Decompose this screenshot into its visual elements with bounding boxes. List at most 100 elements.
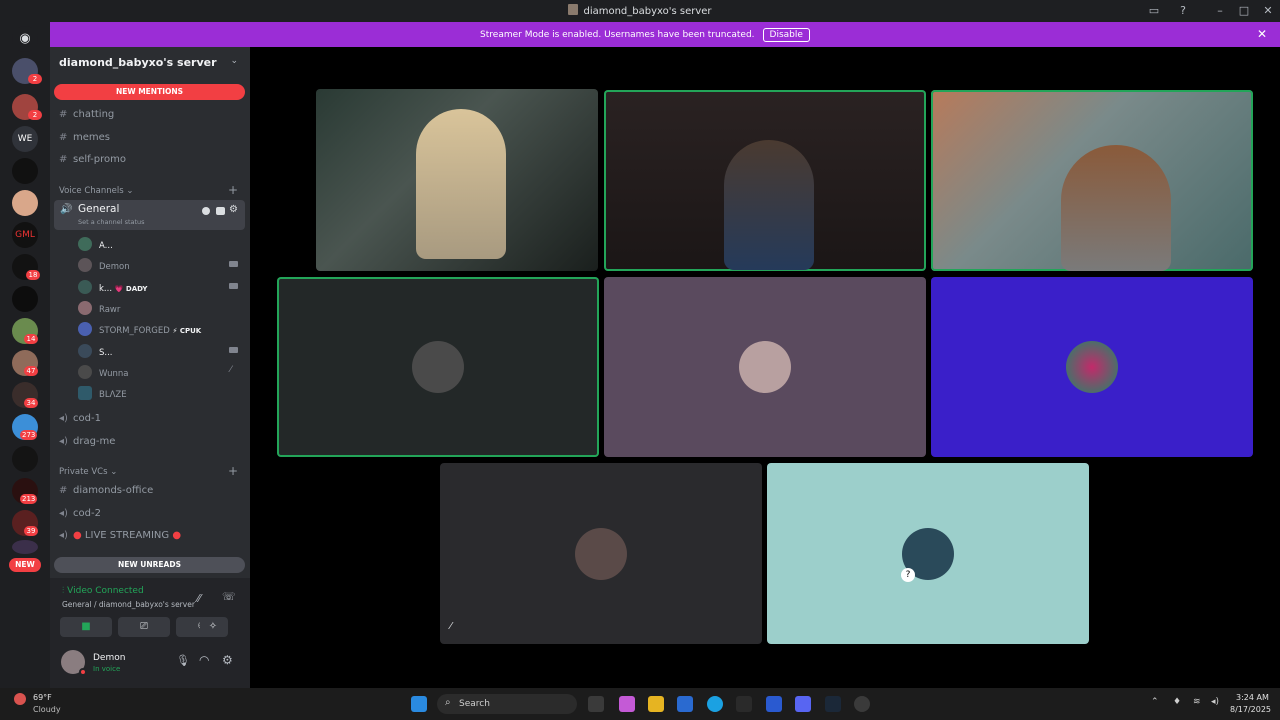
voice-location[interactable]: General / diamond_babyxo's server [62, 600, 195, 609]
headphones-icon[interactable]: ◠ [199, 653, 209, 667]
settings-gear-icon[interactable]: ⚙ [222, 653, 233, 667]
video-tile[interactable] [316, 89, 598, 271]
close-icon[interactable]: ✕ [1257, 27, 1267, 41]
channel-live-streaming[interactable]: ◂) ● LIVE STREAMING ● [59, 530, 181, 541]
video-tile[interactable] [931, 90, 1253, 271]
voice-user-name: A... [99, 241, 113, 251]
windows-start-icon[interactable] [411, 696, 427, 712]
new-unreads-pill[interactable]: NEW UNREADS [54, 557, 245, 573]
weather-desc[interactable]: Cloudy [33, 705, 61, 714]
file-explorer-icon[interactable] [648, 696, 664, 712]
weather-temp[interactable]: 69°F [33, 693, 52, 702]
voice-user[interactable]: BLΛZE [78, 386, 127, 400]
avatar [78, 258, 92, 272]
add-channel-icon[interactable]: + [228, 464, 238, 478]
invite-icon[interactable] [216, 207, 225, 215]
camera-button[interactable]: ■ [60, 617, 112, 637]
speaker-icon: ◂) [59, 413, 68, 424]
channel-cod-1[interactable]: ◂) cod-1 [59, 413, 101, 424]
channel-chatting[interactable]: # chatting [59, 109, 114, 120]
voice-user[interactable]: k... 💗 DADY [78, 280, 148, 294]
help-icon[interactable]: ? [1175, 3, 1191, 19]
server-icon[interactable] [12, 540, 38, 554]
server-icon[interactable]: WE [12, 126, 38, 152]
voice-user[interactable]: STORM_FORGED ⚡ CPUK [78, 322, 201, 336]
minimize-button[interactable]: – [1212, 3, 1228, 19]
gear-icon[interactable]: ⚙ [229, 204, 238, 215]
category-private-vcs[interactable]: Private VCs ⌄ [59, 467, 117, 477]
discord-home-icon[interactable]: ◉ [12, 26, 38, 52]
participant-tile[interactable]: ? [767, 463, 1089, 644]
microphone-icon[interactable]: 🎙 [176, 654, 190, 667]
disconnect-icon[interactable]: ☏ [222, 590, 236, 603]
channel-label: self-promo [73, 154, 126, 165]
store-icon[interactable] [677, 696, 693, 712]
chevron-down-icon[interactable]: ⌄ [230, 56, 238, 66]
mention-badge: 18 [26, 270, 40, 280]
mention-badge: 34 [24, 398, 38, 408]
clock-date[interactable]: 8/17/2025 [1230, 705, 1271, 714]
channel-memes[interactable]: # memes [59, 132, 110, 143]
mention-badge: 39 [24, 526, 38, 536]
close-window-button[interactable]: ✕ [1260, 3, 1276, 19]
video-connected-status[interactable]: ⫶ Video Connected [62, 586, 144, 596]
steam-icon[interactable] [825, 696, 841, 712]
server-icon[interactable] [12, 286, 38, 312]
server-icon[interactable] [12, 190, 38, 216]
video-tile[interactable] [604, 90, 926, 271]
channel-label: cod-1 [73, 413, 101, 424]
chevron-up-icon[interactable]: ⌃ [1151, 697, 1159, 707]
category-label: Private VCs [59, 467, 108, 477]
voice-user[interactable]: S... [78, 344, 113, 358]
camera-icon [229, 261, 238, 267]
voice-user[interactable]: Rawr [78, 301, 120, 315]
new-mentions-pill[interactable]: NEW MENTIONS [54, 84, 245, 100]
channel-status-input[interactable]: Set a channel status [78, 218, 145, 226]
new-indicator[interactable]: NEW [9, 558, 41, 572]
screen-share-button[interactable]: ⎚ [118, 617, 170, 637]
server-icon[interactable] [12, 446, 38, 472]
channel-general-active[interactable]: 🔊 General Set a channel status ⚙ [54, 200, 245, 230]
participant-tile[interactable] [931, 277, 1253, 457]
participant-tile[interactable] [277, 277, 599, 457]
noise-suppression-icon[interactable]: ⁄⁄ [197, 592, 201, 605]
participant-tile[interactable]: ⁄ [440, 463, 762, 644]
discord-taskbar-icon[interactable] [795, 696, 811, 712]
server-icon [568, 4, 579, 15]
task-view-icon[interactable] [588, 696, 604, 712]
server-name[interactable]: diamond_babyxo's server [59, 56, 217, 69]
status-dot-icon [79, 668, 87, 676]
server-icon[interactable] [12, 158, 38, 184]
soundboard-button[interactable]: ✧ [200, 617, 226, 637]
alienware-icon[interactable] [736, 696, 752, 712]
tray-icon[interactable]: ♦ [1173, 697, 1181, 707]
wifi-icon[interactable]: ≋ [1193, 697, 1201, 707]
channel-drag-me[interactable]: ◂) drag-me [59, 436, 115, 447]
voice-user[interactable]: Demon [78, 258, 130, 272]
search-placeholder: Search [459, 699, 490, 709]
inbox-icon[interactable]: ▭ [1146, 3, 1162, 19]
category-voice-channels[interactable]: Voice Channels ⌄ [59, 186, 133, 196]
voice-user[interactable]: A... [78, 237, 113, 251]
chat-icon[interactable] [202, 207, 210, 215]
voice-user[interactable]: Wunna [78, 365, 128, 379]
maximize-button[interactable]: □ [1236, 3, 1252, 19]
edge-icon[interactable] [707, 696, 723, 712]
participant-tile[interactable] [604, 277, 926, 457]
disable-streamer-mode-button[interactable]: Disable [762, 28, 810, 42]
clock-time[interactable]: 3:24 AM [1236, 693, 1269, 702]
server-rail: ◉ 2 2 WE GML 18 14 47 34 273 213 39 NEW [0, 22, 50, 688]
app-icon[interactable] [854, 696, 870, 712]
copilot-icon[interactable] [619, 696, 635, 712]
hash-icon: # [59, 485, 68, 496]
app-icon[interactable] [766, 696, 782, 712]
red-dot-icon: ● [73, 530, 82, 541]
channel-self-promo[interactable]: # self-promo [59, 154, 126, 165]
channel-diamonds-office[interactable]: # diamonds-office [59, 485, 153, 496]
add-channel-icon[interactable]: + [228, 183, 238, 197]
server-icon[interactable]: GML [12, 222, 38, 248]
channel-cod-2[interactable]: ◂) cod-2 [59, 508, 101, 519]
volume-icon[interactable]: ◂) [1211, 697, 1219, 707]
window-title-text: diamond_babyxo's server [583, 6, 712, 17]
search-box[interactable]: ⌕ Search [437, 694, 577, 714]
